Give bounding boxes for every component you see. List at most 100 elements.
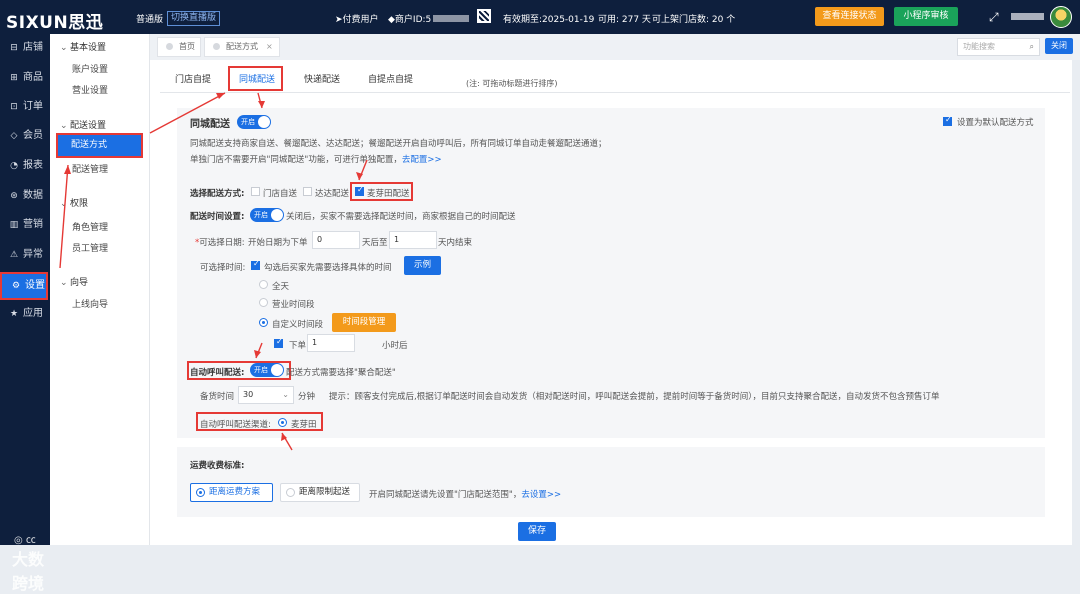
- subnav-delivery-method[interactable]: 配送方式: [56, 133, 143, 158]
- choose-method-label: 选择配送方式:: [190, 189, 245, 199]
- main-sidebar: ⊟ 店铺 ⊞ 商品 ⊡ 订单 ◇ 会员 ◔ 报表 ⊛ 数据 ▥ 营销 ⚠ 异常 ⚙ 设置 ★ 应用 …: [0, 34, 50, 593]
- subnav-guide[interactable]: 上线向导: [72, 297, 108, 310]
- example-button[interactable]: 示例: [404, 256, 441, 275]
- check-connection-button[interactable]: 查看连接状态: [815, 7, 884, 26]
- same-city-toggle[interactable]: 开启: [237, 115, 271, 129]
- nav-members[interactable]: ◇ 会员: [0, 124, 50, 148]
- config-link[interactable]: 去配置>>: [402, 155, 442, 165]
- function-search-input[interactable]: 功能搜索 ⌕: [957, 38, 1040, 56]
- date-prefix: 开始日期为下单: [248, 238, 308, 248]
- nav-data[interactable]: ⊛ 数据: [0, 184, 50, 208]
- nav-orders[interactable]: ⊡ 订单: [0, 95, 50, 119]
- default-label: 设置为默认配送方式: [957, 118, 1034, 128]
- prep-unit: 分钟: [298, 392, 316, 402]
- subnav-group-basic[interactable]: ⌄ 基本设置: [60, 40, 106, 53]
- nav-store[interactable]: ⊟ 店铺: [0, 36, 50, 60]
- nav-marketing[interactable]: ▥ 营销: [0, 213, 50, 237]
- fee-setting-link[interactable]: 去设置>>: [521, 490, 561, 500]
- time-manage-button[interactable]: 时间段管理: [332, 313, 396, 332]
- nav-settings[interactable]: ⚙ 设置: [0, 272, 48, 300]
- section-title: 同城配送: [190, 119, 230, 130]
- order-prefix: 下单: [289, 341, 307, 351]
- paid-user-badge: ➤付费用户: [335, 15, 379, 25]
- nav-apps[interactable]: ★ 应用: [0, 302, 50, 326]
- radio-business-hours-label: 营业时间段: [272, 300, 315, 310]
- fullscreen-icon[interactable]: ⤢: [989, 10, 999, 25]
- warning-icon: ⚠: [9, 250, 19, 260]
- fee-option-limit[interactable]: 距离限制起送: [280, 483, 360, 502]
- chevron-down-icon: ⌄: [60, 199, 68, 209]
- time-setting-toggle[interactable]: 开启: [250, 208, 284, 222]
- highlight-box: [350, 182, 413, 201]
- auto-call-desc: 配送方式需要选择"聚合配送": [286, 368, 396, 378]
- dada-checkbox[interactable]: [303, 187, 312, 196]
- qrcode-icon[interactable]: [477, 9, 491, 23]
- divider: [160, 92, 1070, 93]
- subnav-group-delivery[interactable]: ⌄ 配送设置: [60, 118, 106, 131]
- chevron-down-icon: ⌄: [60, 121, 68, 131]
- miniapp-review-button[interactable]: 小程序审核: [894, 7, 958, 26]
- order-hours-checkbox[interactable]: [274, 337, 283, 348]
- subnav-delivery-manage[interactable]: 配送管理: [72, 162, 108, 175]
- nav-exceptions[interactable]: ⚠ 异常: [0, 243, 50, 267]
- subnav-staff[interactable]: 员工管理: [72, 241, 108, 254]
- fee-option-distance[interactable]: 距离运费方案: [190, 483, 273, 502]
- send-icon: ➤: [335, 15, 343, 25]
- avatar[interactable]: [1050, 6, 1072, 28]
- subnav-roles[interactable]: 角色管理: [72, 220, 108, 233]
- star-icon: ★: [9, 309, 19, 319]
- order-icon: ⊡: [10, 102, 18, 112]
- self-delivery-checkbox[interactable]: [251, 187, 260, 196]
- close-icon[interactable]: ×: [266, 42, 273, 51]
- subnav-group-permission[interactable]: ⌄ 权限: [60, 196, 88, 209]
- switch-live-button[interactable]: 切换直播版: [167, 11, 221, 26]
- radio-custom-label: 自定义时间段: [272, 320, 324, 330]
- search-icon[interactable]: ⌕: [1030, 39, 1034, 55]
- available-days: 可用: 277 天: [598, 15, 651, 25]
- radio-business-hours[interactable]: [259, 298, 268, 307]
- gear-icon: ⚙: [11, 281, 21, 291]
- desc-line-1: 同城配送支持商家自送、餐遛配送、达达配送；餐遛配送开启自动呼叫后，所有同城订单自…: [190, 139, 607, 149]
- fee-section: [177, 447, 1045, 517]
- chevron-down-icon: ⌄: [282, 390, 289, 399]
- prep-label: 备货时间: [200, 392, 235, 402]
- order-suffix: 小时后: [382, 341, 408, 351]
- date-middle: 天后至: [362, 238, 388, 248]
- close-button[interactable]: 关闭: [1045, 38, 1073, 54]
- tab-express[interactable]: 快递配送: [304, 72, 340, 85]
- logo: SIXUN思迅: [6, 13, 104, 33]
- watermark-logo-icon: ◎ ㏄: [14, 535, 36, 546]
- chevron-down-icon: ⌄: [60, 43, 68, 53]
- nav-goods[interactable]: ⊞ 商品: [0, 66, 50, 90]
- start-day-input[interactable]: 0: [312, 231, 360, 249]
- end-day-input[interactable]: 1: [389, 231, 437, 249]
- dot-icon: [213, 43, 220, 50]
- chart-icon: ▥: [9, 220, 19, 230]
- prep-time-select[interactable]: 30 ⌄: [238, 386, 294, 404]
- sort-note: (注: 可拖动标题进行排序): [466, 79, 558, 88]
- tab-store-pickup[interactable]: 门店自提: [175, 72, 211, 85]
- subnav-business[interactable]: 营业设置: [72, 83, 108, 96]
- fee-hint: 开启同城配送请先设置"门店配送范围"，去设置>>: [369, 490, 562, 500]
- page-tab-home[interactable]: 首页: [157, 37, 201, 57]
- page-tab-delivery[interactable]: 配送方式 ×: [204, 37, 280, 57]
- default-checkbox[interactable]: [943, 115, 952, 126]
- desc-line-2: 单独门店不需要开启"同城配送"功能，可进行单独配置，去配置>>: [190, 155, 442, 165]
- user-name[interactable]: [1011, 13, 1044, 20]
- radio-custom[interactable]: [259, 318, 268, 327]
- data-icon: ⊛: [10, 191, 18, 201]
- time-choose-label: 可选择时间:: [200, 263, 246, 273]
- nav-reports[interactable]: ◔ 报表: [0, 154, 50, 178]
- order-hours-input[interactable]: 1: [307, 334, 355, 352]
- save-button[interactable]: 保存: [518, 522, 556, 541]
- subnav-group-guide[interactable]: ⌄ 向导: [60, 275, 88, 288]
- page-tabs-bar: 首页 配送方式 ×: [150, 34, 1080, 60]
- radio-all-day[interactable]: [259, 280, 268, 289]
- dot-icon: [166, 43, 173, 50]
- radio-icon: [286, 488, 295, 497]
- subnav-account[interactable]: 账户设置: [72, 62, 108, 75]
- edition-label: 普通版: [136, 15, 164, 25]
- time-choose-checkbox[interactable]: [251, 259, 260, 270]
- member-icon: ◇: [10, 131, 18, 141]
- tab-pickup-point[interactable]: 自提点自提: [368, 72, 413, 85]
